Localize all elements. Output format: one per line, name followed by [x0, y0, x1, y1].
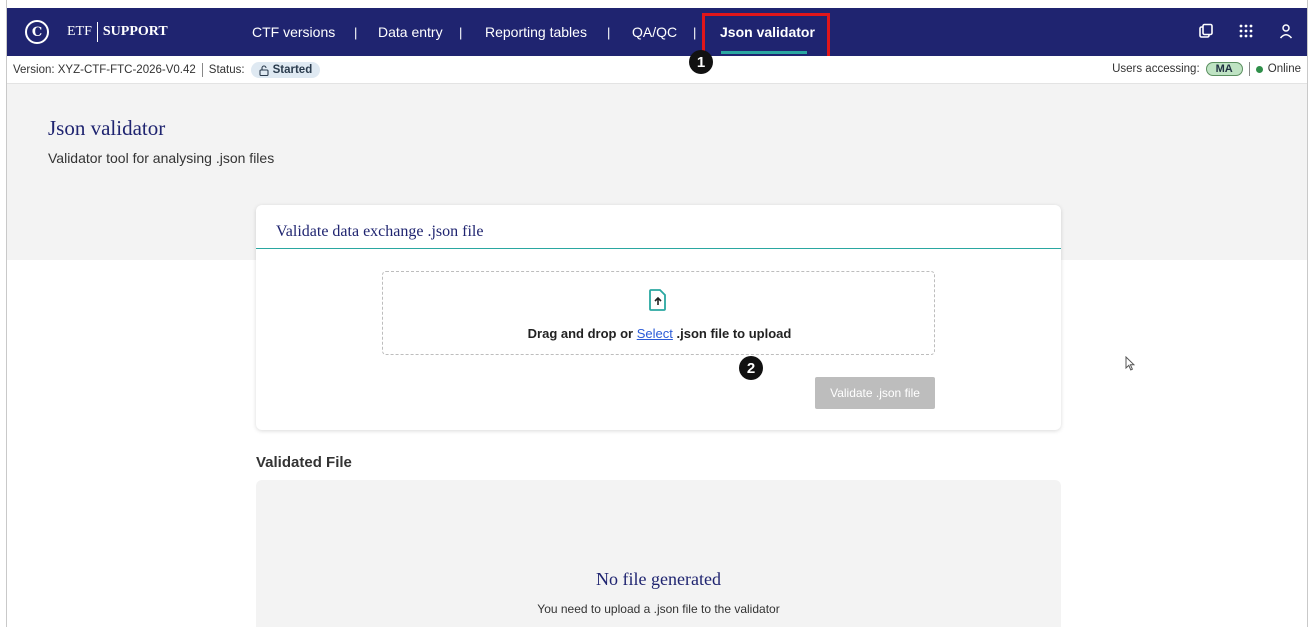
dropzone-instructions: Drag and drop or Select .json file to up…	[383, 326, 936, 341]
step-marker-2: 2	[739, 356, 763, 380]
page-subtitle: Validator tool for analysing .json files	[48, 150, 275, 166]
select-file-link[interactable]: Select	[637, 326, 673, 341]
nav-data-entry[interactable]: Data entry	[378, 24, 443, 40]
copyright-logo-icon: C	[25, 20, 49, 44]
nav-reporting-tables[interactable]: Reporting tables	[485, 24, 587, 40]
nav-ctf-versions[interactable]: CTF versions	[252, 24, 335, 40]
status-value: Started	[272, 64, 313, 76]
file-dropzone[interactable]: Drag and drop or Select .json file to up…	[382, 271, 935, 355]
header-actions	[1197, 22, 1295, 40]
nav-separator: |	[693, 25, 697, 40]
status-divider	[1248, 62, 1250, 76]
user-account-icon[interactable]	[1277, 22, 1295, 40]
users-online: Users accessing: MA Online	[1112, 62, 1301, 76]
page-title: Json validator	[48, 116, 166, 140]
top-navigation-bar: C ETF SUPPORT CTF versions | Data entry …	[7, 8, 1307, 61]
logo-support-text: SUPPORT	[102, 24, 168, 39]
empty-state-subtitle: You need to upload a .json file to the v…	[537, 602, 780, 616]
drop-suffix: .json file to upload	[676, 326, 792, 341]
drop-prefix: Drag and drop or	[527, 326, 634, 341]
status-bar: Version: XYZ-CTF-FTC-2026-V0.42 Status: …	[7, 56, 1307, 84]
user-avatar-badge[interactable]: MA	[1205, 62, 1243, 76]
card-divider	[256, 248, 1061, 249]
file-upload-icon	[649, 289, 666, 311]
unlock-icon	[259, 64, 269, 76]
upload-card: Validate data exchange .json file Drag a…	[256, 205, 1061, 430]
validate-json-button[interactable]: Validate .json file	[815, 377, 935, 409]
app-window: C ETF SUPPORT CTF versions | Data entry …	[6, 0, 1308, 627]
step-marker-1: 1	[689, 50, 713, 74]
card-title: Validate data exchange .json file	[276, 223, 484, 240]
validated-file-heading: Validated File	[256, 454, 352, 471]
app-logo[interactable]: C ETF SUPPORT	[25, 18, 168, 46]
status-label: Status:	[208, 64, 245, 76]
online-label: Online	[1267, 63, 1301, 75]
users-accessing-label: Users accessing:	[1112, 63, 1200, 75]
logo-etf-text: ETF	[67, 24, 92, 39]
online-indicator-icon	[1255, 65, 1263, 73]
nav-separator: |	[459, 25, 463, 40]
mouse-cursor-icon	[1125, 356, 1135, 371]
version-label: Version: XYZ-CTF-FTC-2026-V0.42	[13, 64, 196, 76]
apps-grid-icon[interactable]	[1237, 22, 1255, 40]
copy-icon[interactable]	[1197, 22, 1215, 40]
status-badge: Started	[250, 62, 321, 78]
nav-qa-qc[interactable]: QA/QC	[632, 24, 677, 40]
nav-separator: |	[354, 25, 358, 40]
logo-divider	[96, 22, 98, 42]
highlight-box	[702, 13, 830, 61]
status-divider	[201, 63, 203, 77]
empty-state-title: No file generated	[596, 569, 721, 589]
version-status: Version: XYZ-CTF-FTC-2026-V0.42 Status: …	[13, 62, 321, 78]
validated-file-panel: No file generated You need to upload a .…	[256, 480, 1061, 627]
nav-separator: |	[607, 25, 611, 40]
